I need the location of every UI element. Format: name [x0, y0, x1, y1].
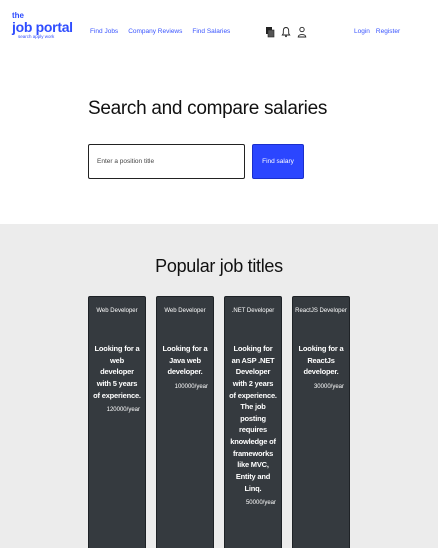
job-card-salary: 50000/year [245, 500, 276, 507]
bell-icon[interactable] [281, 25, 291, 38]
popular-section: Popular job titles Web Developer Looking… [0, 224, 438, 548]
job-card[interactable]: Web Developer Looking for a web develope… [88, 296, 146, 548]
popular-title: Popular job titles [155, 256, 283, 276]
nav-find-salaries[interactable]: Find Salaries [192, 28, 230, 35]
job-card-title: Web Developer [96, 308, 138, 314]
header-icons [265, 25, 307, 38]
job-card-description: Looking for a ReactJs developer. [298, 344, 344, 377]
job-card-salary: 120000/year [106, 407, 140, 414]
logo[interactable]: the job portal search apply work [12, 12, 73, 40]
job-card-salary: 100000/year [174, 383, 208, 390]
position-search-input[interactable] [88, 144, 245, 179]
messages-icon[interactable] [265, 25, 275, 38]
logo-tagline: search apply work [18, 34, 55, 39]
page-title: Search and compare salaries [88, 98, 328, 119]
job-card-salary: 30000/year [313, 383, 344, 390]
main-nav: Find Jobs Company Reviews Find Salaries [90, 28, 230, 35]
logo-name: job portal [12, 19, 73, 35]
job-card-title: Web Developer [164, 308, 206, 314]
user-icon[interactable] [297, 25, 307, 38]
register-link[interactable]: Register [376, 28, 400, 35]
find-salary-button[interactable]: Find salary [252, 144, 304, 179]
page: the job portal search apply work Find Jo… [0, 0, 438, 548]
job-card[interactable]: .NET Developer Looking for an ASP .NET D… [224, 296, 282, 548]
job-card[interactable]: Web Developer Looking for a Java web dev… [156, 296, 214, 548]
job-card-title: ReactJS Developer [295, 308, 347, 314]
job-card-description: Looking for a web developer with 5 years… [93, 344, 141, 400]
nav-find-jobs[interactable]: Find Jobs [90, 28, 118, 35]
login-link[interactable]: Login [354, 28, 370, 35]
auth-links: Login Register [354, 28, 400, 35]
job-card[interactable]: ReactJS Developer Looking for a ReactJs … [292, 296, 350, 548]
nav-company-reviews[interactable]: Company Reviews [128, 28, 182, 35]
job-card-description: Looking for a Java web developer. [162, 344, 208, 377]
job-card-title: .NET Developer [231, 308, 275, 314]
job-card-description: Looking for an ASP .NET Developer with 2… [229, 344, 277, 493]
